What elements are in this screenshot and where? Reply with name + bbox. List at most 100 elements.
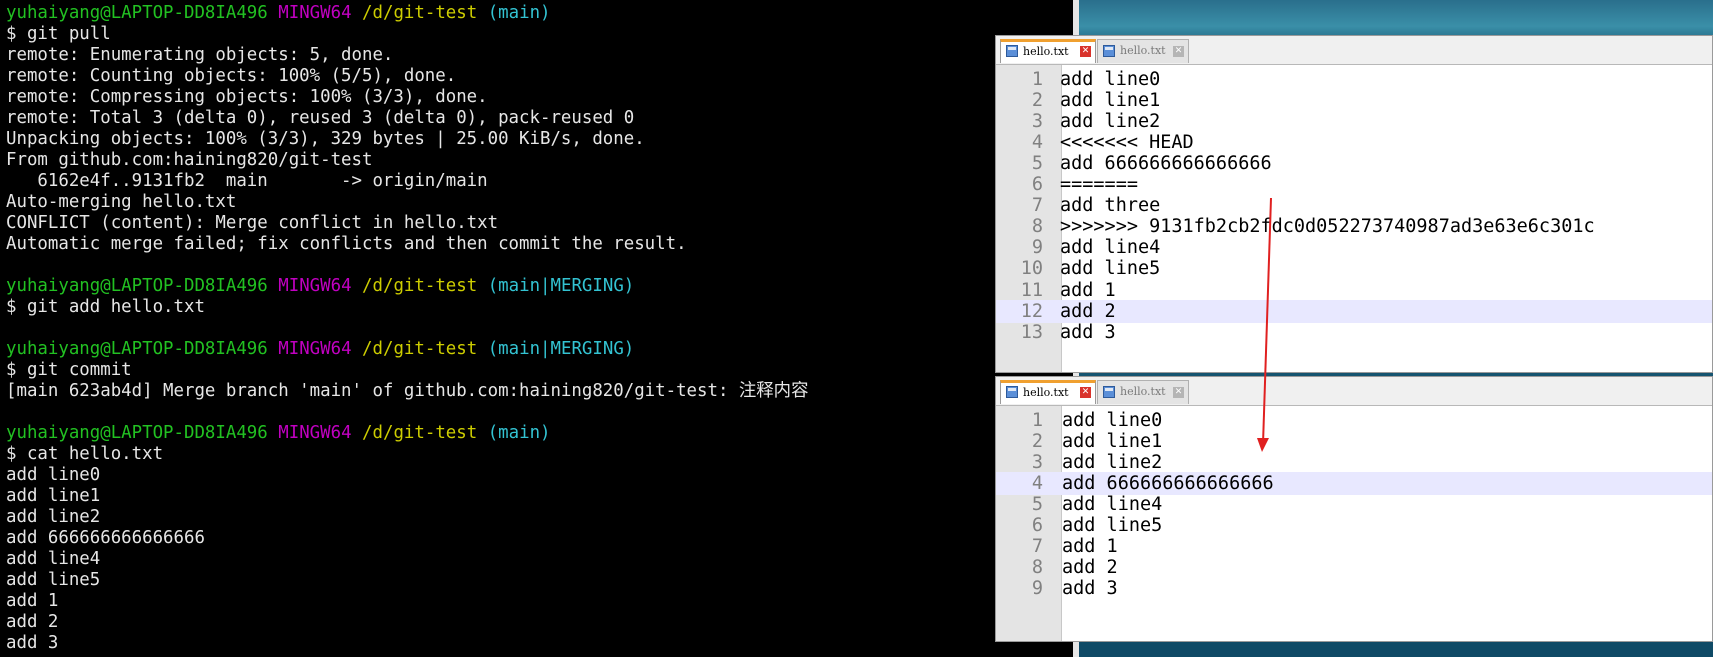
editor-line[interactable]: 12 add 2 [996, 299, 1712, 323]
line-text: add 666666666666666 [1060, 153, 1272, 175]
tab-hello-txt-inactive[interactable]: hello.txt ✕ [1097, 380, 1189, 404]
terminal-output-line: CONFLICT (content): Merge conflict in he… [6, 213, 499, 233]
line-text: add line0 [1060, 69, 1161, 90]
editor-line[interactable]: 4 add 666666666666666 [996, 471, 1712, 495]
terminal-output-line: $ git commit [6, 360, 132, 380]
prompt-line: yuhaiyang@LAPTOP-DD8IA496 MINGW64 /d/git… [6, 3, 551, 24]
tab-label: hello.txt [1023, 45, 1069, 58]
line-text: ======= [1060, 174, 1138, 196]
editor-line[interactable]: 9 add line4 [996, 236, 1712, 259]
line-number: 4 [1031, 132, 1043, 154]
line-number: 7 [1031, 535, 1043, 557]
editor-line[interactable]: 5 add line4 [996, 493, 1712, 516]
terminal-output-line: add line1 [6, 486, 101, 506]
terminal-output-line: Auto-merging hello.txt [6, 192, 237, 212]
editor-line[interactable]: 5 add 666666666666666 [996, 152, 1712, 175]
editor-line[interactable]: 6 ======= [996, 173, 1712, 196]
line-text: add 1 [1060, 279, 1116, 301]
close-icon[interactable]: ✕ [1080, 46, 1091, 57]
prompt-branch: (main|MERGING) [487, 276, 635, 296]
editor-text-area[interactable]: 1 add line0 2 add line1 3 add line2 4 <<<<<<< H… [996, 65, 1712, 372]
prompt-path: /d/git-test [362, 3, 478, 23]
editor-line[interactable]: 4 <<<<<<< HEAD [996, 131, 1712, 154]
line-number: 3 [1031, 451, 1043, 473]
terminal-output-line: remote: Total 3 (delta 0), reused 3 (del… [6, 108, 635, 128]
editor-line[interactable]: 13 add 3 [996, 321, 1712, 344]
editor-line[interactable]: 7 add three [996, 194, 1712, 217]
tab-bar: hello.txt ✕ hello.txt ✕ [996, 377, 1712, 406]
editor-line[interactable]: 7 add 1 [996, 535, 1712, 558]
line-text: add line4 [1060, 237, 1161, 259]
line-number: 5 [1031, 153, 1043, 175]
terminal-output-line: From github.com:haining820/git-test [6, 150, 373, 170]
line-number: 4 [1031, 472, 1043, 494]
line-text: add 2 [1062, 556, 1118, 578]
prompt-path: /d/git-test [362, 423, 478, 443]
terminal-output-line: add 666666666666666 [6, 528, 205, 548]
prompt-user: yuhaiyang@LAPTOP-DD8IA496 [6, 276, 268, 296]
line-text: add line5 [1062, 514, 1163, 536]
prompt-system: MINGW64 [278, 276, 352, 296]
git-bash-terminal[interactable]: yuhaiyang@LAPTOP-DD8IA496 MINGW64 /d/git… [0, 0, 1070, 657]
file-icon [1103, 386, 1115, 398]
line-number: 3 [1031, 111, 1043, 133]
editor-line[interactable]: 8 >>>>>>> 9131fb2cb2fdc0d052273740987ad3e… [996, 215, 1712, 238]
terminal-output-line: add line4 [6, 549, 101, 569]
close-icon[interactable]: ✕ [1173, 387, 1184, 398]
terminal-output-line: [main 623ab4d] Merge branch 'main' of gi… [6, 381, 809, 401]
terminal-output-line: remote: Compressing objects: 100% (3/3),… [6, 87, 488, 107]
editor-text-area[interactable]: 1 add line0 2 add line1 3 add line2 4 add 66666… [996, 406, 1712, 641]
line-text: add line1 [1062, 430, 1163, 452]
prompt-path: /d/git-test [362, 276, 478, 296]
terminal-output-line: remote: Counting objects: 100% (5/5), do… [6, 66, 457, 86]
close-icon[interactable]: ✕ [1080, 387, 1091, 398]
editor-pane-conflict[interactable]: hello.txt ✕ hello.txt ✕ 1 add line0 2 add l… [995, 35, 1713, 373]
prompt-system: MINGW64 [278, 339, 352, 359]
editor-pane-resolved[interactable]: hello.txt ✕ hello.txt ✕ 1 add line0 2 add l… [995, 376, 1713, 642]
editor-line[interactable]: 3 add line2 [996, 451, 1712, 474]
terminal-output-line: add line5 [6, 570, 101, 590]
line-number: 8 [1031, 556, 1043, 578]
editor-line[interactable]: 2 add line1 [996, 89, 1712, 112]
editor-line[interactable]: 10 add line5 [996, 257, 1712, 280]
terminal-output-line: $ git pull [6, 24, 111, 44]
prompt-path: /d/git-test [362, 339, 478, 359]
line-number: 7 [1031, 195, 1043, 217]
terminal-output-line: remote: Enumerating objects: 5, done. [6, 45, 394, 65]
editor-line[interactable]: 3 add line2 [996, 110, 1712, 133]
tab-hello-txt-active[interactable]: hello.txt ✕ [1000, 380, 1096, 404]
file-icon [1006, 386, 1018, 398]
prompt-branch: (main) [487, 423, 551, 443]
line-text: add line5 [1060, 258, 1161, 280]
terminal-output-line: $ cat hello.txt [6, 444, 164, 464]
line-number: 13 [1020, 321, 1043, 343]
line-text: add line0 [1062, 410, 1163, 431]
editor-line[interactable]: 8 add 2 [996, 556, 1712, 579]
line-text: add 3 [1062, 577, 1118, 599]
terminal-output-line: 6162e4f..9131fb2 main -> origin/main [6, 171, 488, 191]
line-text: add 1 [1062, 535, 1118, 557]
editor-line[interactable]: 6 add line5 [996, 514, 1712, 537]
terminal-output-line: $ git add hello.txt [6, 297, 205, 317]
line-number: 6 [1031, 174, 1043, 196]
terminal-output-line: Unpacking objects: 100% (3/3), 329 bytes… [6, 129, 645, 149]
editor-line[interactable]: 9 add 3 [996, 577, 1712, 600]
prompt-line: yuhaiyang@LAPTOP-DD8IA496 MINGW64 /d/git… [6, 339, 634, 360]
line-number: 1 [1031, 410, 1043, 431]
tab-label: hello.txt [1120, 385, 1166, 398]
editor-line[interactable]: 1 add line0 [996, 68, 1712, 91]
editor-line[interactable]: 11 add 1 [996, 279, 1712, 302]
editor-line[interactable]: 2 add line1 [996, 430, 1712, 453]
line-text: add 3 [1060, 321, 1116, 343]
close-icon[interactable]: ✕ [1173, 46, 1184, 57]
tab-hello-txt-inactive[interactable]: hello.txt ✕ [1097, 39, 1189, 63]
editor-line[interactable]: 1 add line0 [996, 409, 1712, 432]
line-number: 11 [1020, 279, 1043, 301]
line-number: 6 [1031, 514, 1043, 536]
tab-hello-txt-active[interactable]: hello.txt ✕ [1000, 39, 1096, 63]
line-number: 2 [1031, 430, 1043, 452]
line-number: 8 [1031, 216, 1043, 238]
prompt-line: yuhaiyang@LAPTOP-DD8IA496 MINGW64 /d/git… [6, 276, 634, 297]
line-text: add line2 [1060, 111, 1161, 133]
prompt-user: yuhaiyang@LAPTOP-DD8IA496 [6, 3, 268, 23]
